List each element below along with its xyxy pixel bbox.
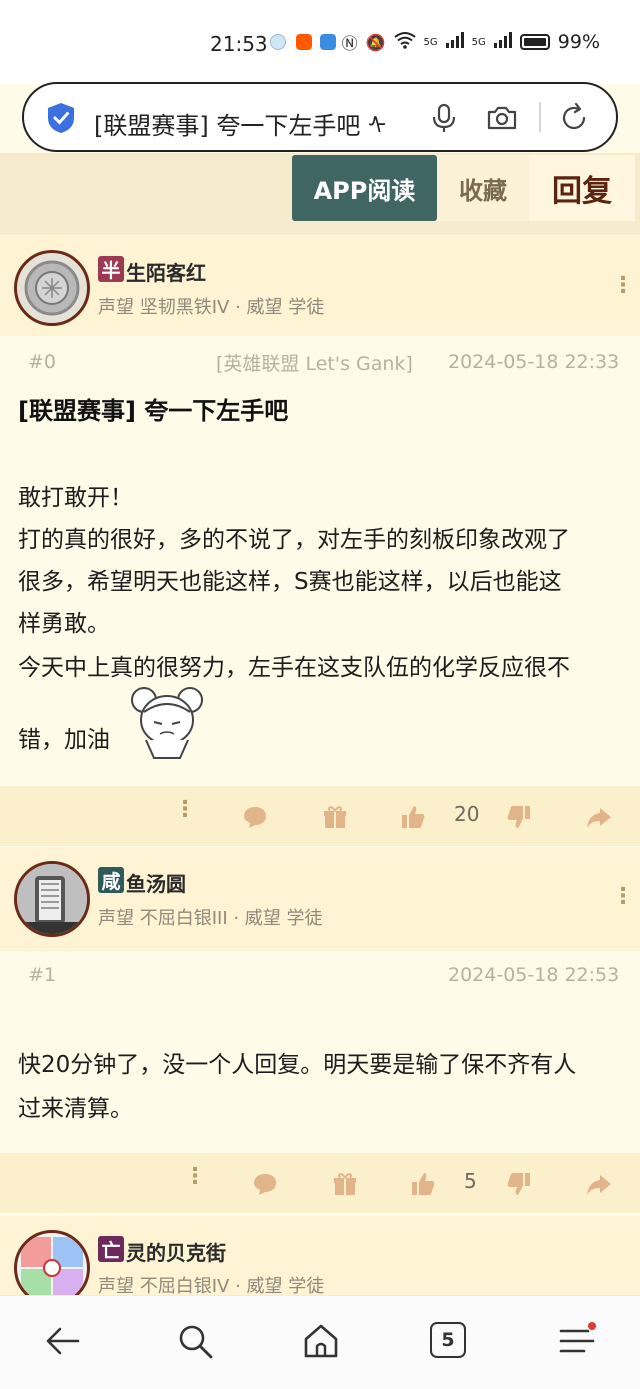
- post-actions: ⋮ 20: [0, 786, 640, 846]
- post-2: 亡 灵的贝克街 声望 不屈白银IV · 威望 学徒: [0, 1216, 640, 1295]
- post-time: 2024-05-18 22:53: [448, 964, 620, 986]
- network-label: 5G: [423, 36, 438, 48]
- post-line: 快20分钟了，没一个人回复。明天要是输了保不齐有人: [18, 1052, 577, 1078]
- avatar[interactable]: [14, 250, 90, 326]
- dislike-icon[interactable]: [506, 1171, 532, 1197]
- refresh-icon[interactable]: [558, 102, 590, 134]
- avatar-image: [21, 1237, 83, 1295]
- nfc-icon: Ⓝ: [341, 34, 358, 53]
- user-badge: 咸: [98, 867, 124, 893]
- floor-number: #0: [28, 351, 57, 373]
- like-icon[interactable]: [400, 804, 426, 830]
- post-line: 过来清算。: [18, 1096, 133, 1122]
- reply-button[interactable]: 回复: [529, 155, 635, 221]
- signal-icon-1: [445, 31, 464, 53]
- post-more-icon[interactable]: ⋮: [184, 1166, 206, 1188]
- tab-count: 5: [441, 1329, 455, 1351]
- sticker-emoji: [131, 687, 203, 759]
- post-actions: ⋮ 5: [0, 1153, 640, 1213]
- shield-icon: [48, 103, 74, 133]
- share-icon[interactable]: [586, 1171, 612, 1197]
- gift-icon[interactable]: [322, 804, 348, 830]
- dislike-icon[interactable]: [506, 804, 532, 830]
- username[interactable]: 灵的贝克街: [126, 1237, 226, 1266]
- share-icon[interactable]: [586, 804, 612, 830]
- avatar-image: [17, 864, 87, 934]
- address-text[interactable]: [联盟赛事] 夸一下左手吧 ᠰ: [94, 100, 424, 142]
- user-badge: 亡: [98, 1236, 124, 1262]
- post-line: 样勇敢。: [18, 611, 110, 637]
- taobao-icon: [296, 34, 312, 50]
- more-icon[interactable]: ⋮: [612, 886, 634, 908]
- user-meta: 声望 不屈白银IV · 威望 学徒: [98, 1276, 325, 1295]
- floor-number: #1: [28, 964, 57, 986]
- gift-icon[interactable]: [332, 1171, 358, 1197]
- post-1: 咸 鱼汤圆 声望 不屈白银III · 威望 学徒 ⋮ #1 2024-05-18…: [0, 847, 640, 1215]
- forum-name[interactable]: [英雄联盟 Let's Gank]: [216, 349, 413, 376]
- like-count: 5: [464, 1169, 477, 1193]
- post-time: 2024-05-18 22:33: [448, 351, 620, 373]
- tabs-button[interactable]: 5: [430, 1322, 466, 1358]
- favorite-button[interactable]: 收藏: [437, 155, 529, 221]
- camera-icon[interactable]: [486, 102, 518, 134]
- search-icon[interactable]: [176, 1322, 214, 1360]
- status-time: 21:53: [210, 32, 268, 56]
- avatar[interactable]: [14, 861, 90, 937]
- back-icon[interactable]: [44, 1322, 82, 1360]
- status-right: Ⓝ 🔕 5G 5G 99%: [342, 30, 600, 54]
- app-notification-icon: [320, 34, 336, 50]
- notification-icon: [270, 34, 286, 50]
- post-more-icon[interactable]: ⋮: [174, 799, 196, 821]
- comment-icon[interactable]: [242, 804, 268, 830]
- post-line: 打的真的很好，多的不说了，对左手的刻板印象改观了: [18, 527, 570, 553]
- username[interactable]: 鱼汤圆: [126, 868, 186, 897]
- menu-icon[interactable]: [558, 1322, 596, 1360]
- comment-icon[interactable]: [252, 1171, 278, 1197]
- address-divider: [539, 102, 541, 132]
- mute-icon: 🔕: [365, 32, 386, 52]
- avatar-image: [24, 260, 80, 316]
- battery-icon: [519, 34, 550, 50]
- app-read-button[interactable]: APP阅读: [292, 155, 437, 221]
- signal-icon-2: [493, 31, 512, 53]
- user-meta: 声望 不屈白银III · 威望 学徒: [98, 908, 323, 929]
- post-line: 今天中上真的很努力，左手在这支队伍的化学反应很不: [18, 655, 570, 681]
- network-label-2: 5G: [471, 36, 486, 48]
- username[interactable]: 生陌客红: [126, 257, 206, 286]
- post-header: [0, 236, 640, 336]
- home-icon[interactable]: [302, 1322, 340, 1360]
- post-line: 敢打敢开！: [18, 485, 133, 511]
- post-0: 半 生陌客红 声望 坚韧黑铁IV · 威望 学徒 ⋮ #0 [英雄联盟 Let'…: [0, 236, 640, 846]
- user-badge: 半: [98, 256, 124, 282]
- user-meta: 声望 坚韧黑铁IV · 威望 学徒: [98, 297, 325, 318]
- post-header: [0, 847, 640, 951]
- status-bar: 21:53 Ⓝ 🔕 5G 5G 99%: [0, 0, 640, 84]
- post-title: [联盟赛事] 夸一下左手吧: [18, 397, 289, 425]
- more-icon[interactable]: ⋮: [612, 275, 634, 297]
- post-line: 错，加油: [18, 727, 110, 753]
- bottom-navigation: 5: [0, 1295, 640, 1389]
- address-bar[interactable]: [联盟赛事] 夸一下左手吧 ᠰ: [22, 82, 618, 152]
- post-line: 很多，希望明天也能这样，S赛也能这样，以后也能这: [18, 569, 562, 595]
- like-icon[interactable]: [410, 1171, 436, 1197]
- battery-percent: 99%: [557, 31, 600, 53]
- wifi-icon: [393, 31, 416, 53]
- microphone-icon[interactable]: [428, 102, 460, 134]
- like-count: 20: [454, 802, 480, 826]
